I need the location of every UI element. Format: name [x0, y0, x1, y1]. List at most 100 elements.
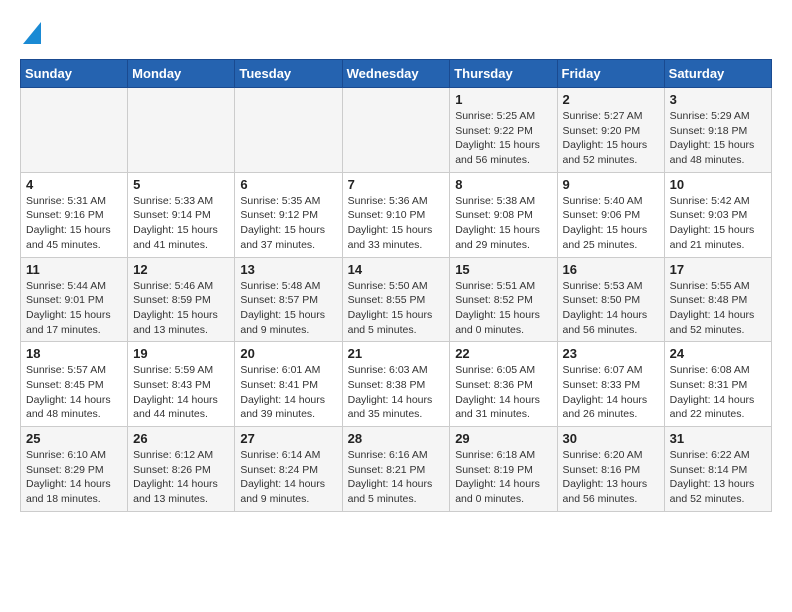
- calendar-cell: 26Sunrise: 6:12 AMSunset: 8:26 PMDayligh…: [128, 427, 235, 512]
- calendar-cell: 5 Sunrise: 5:33 AMSunset: 9:14 PMDaylight…: [128, 172, 235, 257]
- day-number: 28: [348, 431, 445, 446]
- calendar-cell: [128, 88, 235, 173]
- day-info: Sunrise: 5:57 AMSunset: 8:45 PMDaylight:…: [26, 363, 122, 422]
- day-info: Sunrise: 6:14 AMSunset: 8:24 PMDaylight:…: [240, 448, 336, 507]
- calendar-cell: 11 Sunrise: 5:44 AMSunset: 9:01 PMDayligh…: [21, 257, 128, 342]
- day-info: Sunrise: 5:33 AMSunset: 9:14 PMDaylight:…: [133, 194, 229, 253]
- day-number: 31: [670, 431, 766, 446]
- calendar-cell: 19 Sunrise: 5:59 AMSunset: 8:43 PMDayligh…: [128, 342, 235, 427]
- calendar-row: 11 Sunrise: 5:44 AMSunset: 9:01 PMDayligh…: [21, 257, 772, 342]
- calendar-cell: 16 Sunrise: 5:53 AMSunset: 8:50 PMDayligh…: [557, 257, 664, 342]
- day-info: Sunrise: 6:10 AMSunset: 8:29 PMDaylight:…: [26, 448, 122, 507]
- day-info: Sunrise: 6:16 AMSunset: 8:21 PMDaylight:…: [348, 448, 445, 507]
- day-number: 14: [348, 262, 445, 277]
- header-row: SundayMondayTuesdayWednesdayThursdayFrid…: [21, 60, 772, 88]
- day-number: 29: [455, 431, 551, 446]
- calendar-cell: 14Sunrise: 5:50 AMSunset: 8:55 PMDayligh…: [342, 257, 450, 342]
- day-number: 12: [133, 262, 229, 277]
- day-number: 3: [670, 92, 766, 107]
- calendar-cell: 23 Sunrise: 6:07 AMSunset: 8:33 PMDayligh…: [557, 342, 664, 427]
- day-number: 23: [563, 346, 659, 361]
- calendar-cell: 24 Sunrise: 6:08 AMSunset: 8:31 PMDayligh…: [664, 342, 771, 427]
- day-info: Sunrise: 5:53 AMSunset: 8:50 PMDaylight:…: [563, 279, 659, 338]
- day-number: 18: [26, 346, 122, 361]
- day-number: 22: [455, 346, 551, 361]
- day-info: Sunrise: 5:46 AMSunset: 8:59 PMDaylight:…: [133, 279, 229, 338]
- header-cell: Tuesday: [235, 60, 342, 88]
- day-info: Sunrise: 5:55 AMSunset: 8:48 PMDaylight:…: [670, 279, 766, 338]
- day-info: Sunrise: 6:20 AMSunset: 8:16 PMDaylight:…: [563, 448, 659, 507]
- day-number: 19: [133, 346, 229, 361]
- day-number: 25: [26, 431, 122, 446]
- calendar-cell: 29 Sunrise: 6:18 AMSunset: 8:19 PMDayligh…: [450, 427, 557, 512]
- day-number: 20: [240, 346, 336, 361]
- day-number: 30: [563, 431, 659, 446]
- calendar-cell: 18 Sunrise: 5:57 AMSunset: 8:45 PMDayligh…: [21, 342, 128, 427]
- calendar-cell: [235, 88, 342, 173]
- day-number: 26: [133, 431, 229, 446]
- calendar-cell: 3Sunrise: 5:29 AMSunset: 9:18 PMDaylight…: [664, 88, 771, 173]
- calendar-cell: 12 Sunrise: 5:46 AMSunset: 8:59 PMDayligh…: [128, 257, 235, 342]
- day-info: Sunrise: 6:03 AMSunset: 8:38 PMDaylight:…: [348, 363, 445, 422]
- header-cell: Sunday: [21, 60, 128, 88]
- calendar-cell: 4 Sunrise: 5:31 AMSunset: 9:16 PMDaylight…: [21, 172, 128, 257]
- header-cell: Thursday: [450, 60, 557, 88]
- header-cell: Wednesday: [342, 60, 450, 88]
- page-header: [20, 20, 772, 49]
- calendar-cell: 30 Sunrise: 6:20 AMSunset: 8:16 PMDayligh…: [557, 427, 664, 512]
- calendar-cell: [21, 88, 128, 173]
- day-number: 7: [348, 177, 445, 192]
- calendar-cell: 22 Sunrise: 6:05 AMSunset: 8:36 PMDayligh…: [450, 342, 557, 427]
- day-number: 17: [670, 262, 766, 277]
- calendar-cell: 15Sunrise: 5:51 AMSunset: 8:52 PMDayligh…: [450, 257, 557, 342]
- day-info: Sunrise: 6:08 AMSunset: 8:31 PMDaylight:…: [670, 363, 766, 422]
- day-info: Sunrise: 5:51 AMSunset: 8:52 PMDaylight:…: [455, 279, 551, 338]
- calendar-cell: 13Sunrise: 5:48 AMSunset: 8:57 PMDayligh…: [235, 257, 342, 342]
- calendar-cell: 27Sunrise: 6:14 AMSunset: 8:24 PMDayligh…: [235, 427, 342, 512]
- calendar-cell: [342, 88, 450, 173]
- day-number: 24: [670, 346, 766, 361]
- calendar-cell: 20 Sunrise: 6:01 AMSunset: 8:41 PMDayligh…: [235, 342, 342, 427]
- day-number: 5: [133, 177, 229, 192]
- calendar-cell: 31 Sunrise: 6:22 AMSunset: 8:14 PMDayligh…: [664, 427, 771, 512]
- calendar-cell: 6Sunrise: 5:35 AMSunset: 9:12 PMDaylight…: [235, 172, 342, 257]
- day-number: 1: [455, 92, 551, 107]
- calendar-row: 25 Sunrise: 6:10 AMSunset: 8:29 PMDayligh…: [21, 427, 772, 512]
- day-number: 2: [563, 92, 659, 107]
- calendar-cell: 9 Sunrise: 5:40 AMSunset: 9:06 PMDaylight…: [557, 172, 664, 257]
- calendar-row: 1 Sunrise: 5:25 AMSunset: 9:22 PMDaylight…: [21, 88, 772, 173]
- day-info: Sunrise: 5:35 AMSunset: 9:12 PMDaylight:…: [240, 194, 336, 253]
- calendar-cell: 8 Sunrise: 5:38 AMSunset: 9:08 PMDaylight…: [450, 172, 557, 257]
- calendar-cell: 17 Sunrise: 5:55 AMSunset: 8:48 PMDayligh…: [664, 257, 771, 342]
- day-info: Sunrise: 5:31 AMSunset: 9:16 PMDaylight:…: [26, 194, 122, 253]
- day-info: Sunrise: 5:40 AMSunset: 9:06 PMDaylight:…: [563, 194, 659, 253]
- day-number: 21: [348, 346, 445, 361]
- day-number: 4: [26, 177, 122, 192]
- day-info: Sunrise: 6:18 AMSunset: 8:19 PMDaylight:…: [455, 448, 551, 507]
- calendar-cell: 2Sunrise: 5:27 AMSunset: 9:20 PMDaylight…: [557, 88, 664, 173]
- day-number: 10: [670, 177, 766, 192]
- day-info: Sunrise: 6:01 AMSunset: 8:41 PMDaylight:…: [240, 363, 336, 422]
- calendar-cell: 10 Sunrise: 5:42 AMSunset: 9:03 PMDayligh…: [664, 172, 771, 257]
- day-info: Sunrise: 5:59 AMSunset: 8:43 PMDaylight:…: [133, 363, 229, 422]
- day-number: 16: [563, 262, 659, 277]
- day-info: Sunrise: 6:07 AMSunset: 8:33 PMDaylight:…: [563, 363, 659, 422]
- day-number: 8: [455, 177, 551, 192]
- header-cell: Monday: [128, 60, 235, 88]
- day-info: Sunrise: 6:05 AMSunset: 8:36 PMDaylight:…: [455, 363, 551, 422]
- calendar-row: 4 Sunrise: 5:31 AMSunset: 9:16 PMDaylight…: [21, 172, 772, 257]
- header-cell: Saturday: [664, 60, 771, 88]
- calendar-cell: 1 Sunrise: 5:25 AMSunset: 9:22 PMDaylight…: [450, 88, 557, 173]
- day-info: Sunrise: 5:36 AMSunset: 9:10 PMDaylight:…: [348, 194, 445, 253]
- day-info: Sunrise: 5:44 AMSunset: 9:01 PMDaylight:…: [26, 279, 122, 338]
- day-info: Sunrise: 5:42 AMSunset: 9:03 PMDaylight:…: [670, 194, 766, 253]
- day-info: Sunrise: 6:22 AMSunset: 8:14 PMDaylight:…: [670, 448, 766, 507]
- calendar-cell: 21 Sunrise: 6:03 AMSunset: 8:38 PMDayligh…: [342, 342, 450, 427]
- day-number: 11: [26, 262, 122, 277]
- day-number: 9: [563, 177, 659, 192]
- day-number: 13: [240, 262, 336, 277]
- calendar-row: 18 Sunrise: 5:57 AMSunset: 8:45 PMDayligh…: [21, 342, 772, 427]
- day-info: Sunrise: 5:25 AMSunset: 9:22 PMDaylight:…: [455, 109, 551, 168]
- calendar-cell: 7 Sunrise: 5:36 AMSunset: 9:10 PMDaylight…: [342, 172, 450, 257]
- day-info: Sunrise: 5:38 AMSunset: 9:08 PMDaylight:…: [455, 194, 551, 253]
